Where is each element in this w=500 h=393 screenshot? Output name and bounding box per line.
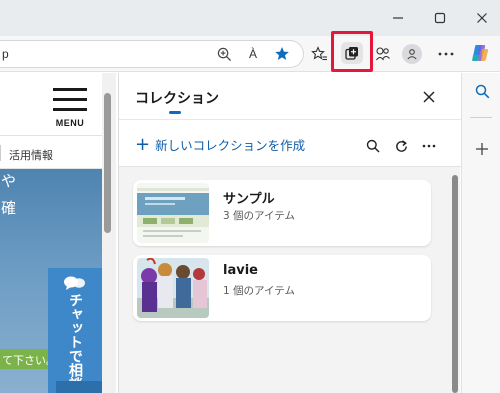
profile-button[interactable]	[402, 44, 422, 64]
collection-item-count: 3 個のアイテム	[223, 210, 295, 222]
search-collections-button[interactable]	[363, 136, 383, 156]
more-icon	[422, 144, 436, 148]
chat-bubble-icon	[64, 276, 85, 290]
panel-title: コレクション	[135, 91, 219, 107]
add-icon	[476, 143, 488, 155]
panel-header: コレクション	[119, 73, 461, 119]
chat-consult-label: チャットで相談	[67, 293, 83, 391]
edge-sidebar	[461, 73, 500, 393]
panel-scrollbar-thumb[interactable]	[452, 175, 458, 393]
zoom-button[interactable]	[214, 44, 234, 64]
menu-button[interactable]: MENU	[50, 85, 90, 129]
address-bar[interactable]: p À	[0, 40, 304, 68]
collection-name: サンプル	[223, 192, 275, 207]
title-underline	[169, 111, 181, 114]
divider	[470, 117, 492, 118]
minimize-icon	[393, 17, 403, 19]
collections-icon	[345, 47, 358, 60]
sidebar-search-button[interactable]	[472, 81, 492, 101]
maximize-icon	[434, 12, 446, 24]
panel-more-button[interactable]	[419, 136, 439, 156]
plus-icon: +	[135, 133, 151, 155]
title-bar	[0, 0, 500, 36]
search-icon	[366, 139, 380, 153]
zoom-icon	[217, 47, 231, 61]
panel-close-button[interactable]	[419, 87, 439, 107]
web-page-content: MENU 活用情報 や 確 て下さい。 チャットで相談	[0, 73, 118, 393]
favorites-icon	[310, 46, 327, 61]
sync-button[interactable]	[391, 136, 411, 156]
extensions-button[interactable]	[373, 44, 393, 64]
window-close-button[interactable]	[466, 6, 498, 30]
collections-button[interactable]	[341, 42, 363, 64]
extensions-icon	[376, 47, 390, 61]
read-aloud-icon: À	[248, 47, 257, 61]
divider	[0, 135, 102, 136]
nav-item-katsuyou[interactable]: 活用情報	[9, 147, 53, 163]
browser-toolbar: p À	[0, 36, 500, 72]
close-icon	[423, 91, 435, 103]
collection-thumbnail	[137, 183, 209, 243]
menu-line	[53, 98, 87, 101]
menu-line	[53, 108, 87, 111]
collection-thumbnail	[137, 258, 209, 318]
cta-text: て下さい。	[2, 354, 48, 367]
new-collection-button[interactable]: + 新しいコレクションを作成	[135, 135, 305, 154]
chat-banner-footer	[56, 381, 102, 393]
collection-item[interactable]: lavie 1 個のアイテム	[133, 255, 431, 321]
collections-panel: コレクション + 新しいコレクションを作成 サンプル 3 個のアイテム lavi…	[118, 73, 461, 393]
favorite-button[interactable]	[272, 44, 292, 64]
copilot-icon	[472, 45, 489, 61]
collection-item[interactable]: サンプル 3 個のアイテム	[133, 180, 431, 246]
close-icon	[477, 13, 487, 23]
maximize-button[interactable]	[424, 6, 456, 30]
copilot-button[interactable]	[470, 43, 490, 63]
panel-actions: + 新しいコレクションを作成	[119, 119, 461, 167]
menu-label: MENU	[55, 118, 85, 128]
collection-item-count: 1 個のアイテム	[223, 285, 295, 297]
collection-name: lavie	[223, 263, 258, 278]
more-button[interactable]	[436, 44, 456, 64]
profile-icon	[407, 49, 417, 60]
refresh-icon	[395, 139, 407, 152]
favorites-button[interactable]	[309, 44, 329, 64]
read-aloud-button[interactable]: À	[243, 44, 263, 64]
hero-text: 確	[1, 199, 17, 217]
page-scrollbar-thumb[interactable]	[104, 93, 111, 233]
more-icon	[438, 52, 454, 56]
search-icon	[475, 84, 489, 98]
nav-separator	[0, 145, 1, 161]
new-collection-label: 新しいコレクションを作成	[155, 138, 306, 153]
minimize-button[interactable]	[382, 6, 414, 30]
favorite-star-icon	[275, 47, 289, 60]
menu-line	[53, 88, 87, 91]
hero-text: や	[1, 172, 17, 190]
sidebar-add-button[interactable]	[472, 139, 492, 159]
url-text: p	[2, 47, 9, 61]
